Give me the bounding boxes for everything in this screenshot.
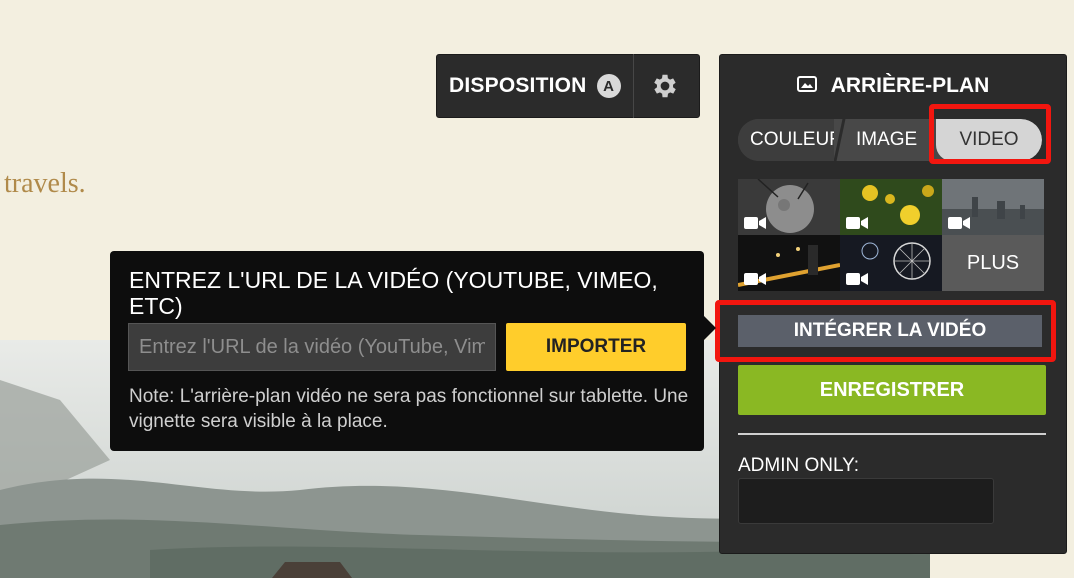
video-url-popover: ENTREZ L'URL DE LA VIDÉO (YOUTUBE, VIMEO…: [110, 251, 716, 451]
video-camera-icon: [744, 217, 766, 229]
admin-only-label: ADMIN ONLY:: [738, 455, 860, 476]
video-camera-icon: [846, 217, 868, 229]
highlight-embed-button: [715, 300, 1056, 362]
video-thumbnail-skyline[interactable]: [942, 179, 1044, 235]
video-camera-icon: [744, 273, 766, 285]
layout-toolbar: DISPOSITION A: [436, 54, 700, 118]
video-camera-icon: [948, 217, 970, 229]
admin-only-field[interactable]: [738, 478, 994, 524]
tab-image[interactable]: IMAGE: [834, 119, 936, 161]
popover-note: Note: L'arrière-plan vidéo ne sera pas f…: [129, 386, 689, 432]
tab-couleur[interactable]: COULEUR: [738, 119, 834, 161]
video-thumbnail-flowers[interactable]: [840, 179, 942, 235]
video-camera-icon: [846, 273, 868, 285]
hero-text: travels.: [4, 168, 86, 199]
video-thumbnail-ferris-wheel[interactable]: [840, 235, 942, 291]
video-url-input[interactable]: [128, 323, 496, 371]
highlight-video-tab: [929, 104, 1051, 164]
image-icon: [796, 74, 817, 98]
gear-icon[interactable]: [634, 54, 696, 118]
layout-button-label[interactable]: DISPOSITION: [437, 74, 587, 98]
panel-title: ARRIÈRE-PLAN: [830, 74, 990, 97]
video-thumbnail-moon[interactable]: [738, 179, 840, 235]
panel-divider: [738, 433, 1046, 435]
import-button[interactable]: IMPORTER: [506, 323, 686, 371]
popover-title: ENTREZ L'URL DE LA VIDÉO (YOUTUBE, VIMEO…: [129, 267, 658, 319]
more-videos-button[interactable]: PLUS: [942, 235, 1044, 291]
video-thumbnail-grid: PLUS: [738, 179, 1046, 291]
save-button[interactable]: ENREGISTRER: [738, 365, 1046, 415]
video-thumbnail-city-night[interactable]: [738, 235, 840, 291]
layout-badge: A: [596, 74, 621, 98]
